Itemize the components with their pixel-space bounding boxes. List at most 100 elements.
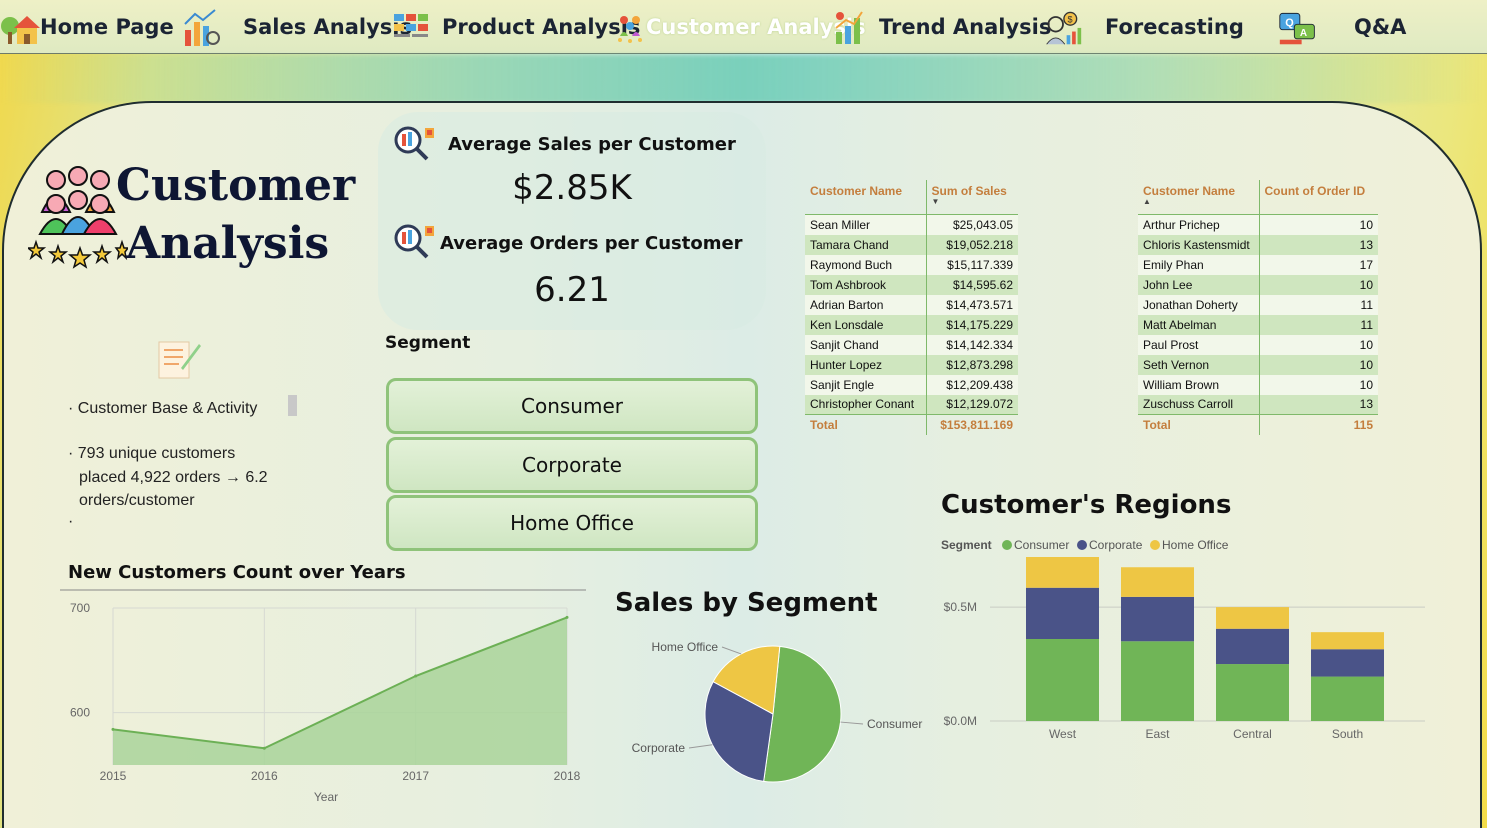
avg-orders-label: Average Orders per Customer [440, 233, 743, 254]
nav-product-analysis[interactable]: Product Analysis [392, 0, 640, 54]
nav-sales-analysis[interactable]: Sales Analysis [181, 0, 412, 54]
notes-heading: · Customer Base & Activity [68, 400, 258, 417]
nav-forecasting[interactable]: $ Forecasting [1043, 0, 1244, 54]
bar-segment-consumer [1216, 664, 1289, 721]
table-row[interactable]: Matt Abelman 11 [1138, 314, 1378, 335]
table-row[interactable]: John Lee 10 [1138, 274, 1378, 295]
y-tick-label: 700 [70, 601, 90, 615]
customer-regions-title: Customer's Regions [941, 490, 1232, 520]
cell-value: 17 [1259, 254, 1378, 275]
bar-segment-home-office [1026, 557, 1099, 588]
header-glow-band [0, 55, 1487, 103]
cell-customer-name: Sanjit Chand [805, 334, 927, 355]
table-row[interactable]: Jonathan Doherty 11 [1138, 294, 1378, 315]
cell-value: $19,052.218 [926, 234, 1018, 255]
x-tick-label: East [1145, 727, 1170, 741]
table-row[interactable]: Sanjit Engle $12,209.438 [805, 374, 1018, 395]
notes-line2: placed 4,922 orders → 6.2 [79, 469, 268, 486]
cell-customer-name: Sean Miller [805, 214, 927, 235]
x-tick-label: 2017 [402, 769, 429, 783]
sort-desc-icon: ▼ [931, 197, 940, 206]
product-grid-icon [394, 14, 428, 37]
table-header-row: Customer Name Sum of Sales ▼ [805, 180, 1018, 215]
table-row[interactable]: Emily Phan 17 [1138, 254, 1378, 275]
nav-trend-analysis[interactable]: Trend Analysis [832, 0, 1051, 54]
table-row[interactable]: Chloris Kastensmidt 13 [1138, 234, 1378, 255]
table-row[interactable]: Zuschuss Carroll 13 [1138, 394, 1378, 415]
table-row[interactable]: Arthur Prichep 10 [1138, 214, 1378, 235]
top-customers-orders-table: Customer Name ▲ Count of Order ID Arthur … [1138, 180, 1378, 435]
data-point [414, 674, 418, 678]
notes-scrollbar[interactable] [288, 395, 297, 416]
table-row[interactable]: William Brown 10 [1138, 374, 1378, 395]
notes-empty-bullet: · [68, 513, 74, 530]
sort-asc-icon: ▲ [1143, 197, 1151, 206]
cell-customer-name: Zuschuss Carroll [1138, 394, 1260, 415]
column-header-count-of-order-id[interactable]: Count of Order ID [1259, 180, 1378, 215]
table-row[interactable]: Sanjit Chand $14,142.334 [805, 334, 1018, 355]
cell-value: 10 [1259, 274, 1378, 295]
table-row[interactable]: Christopher Conant $12,129.072 [805, 394, 1018, 415]
segment-option-corporate[interactable]: Corporate [386, 437, 758, 493]
nav-label-product: Product Analysis [442, 15, 641, 39]
segment-option-home-office[interactable]: Home Office [386, 495, 758, 551]
cell-value: $14,595.62 [926, 274, 1018, 295]
table-row[interactable]: Seth Vernon 10 [1138, 354, 1378, 375]
table-row[interactable]: Sean Miller $25,043.05 [805, 214, 1018, 235]
table-row[interactable]: Paul Prost 10 [1138, 334, 1378, 355]
x-tick-label: South [1332, 727, 1363, 741]
pie-label: Corporate [632, 741, 686, 755]
cell-value: $12,873.298 [926, 354, 1018, 375]
nav-home-page[interactable]: Home Page [0, 0, 174, 54]
table-row[interactable]: Tom Ashbrook $14,595.62 [805, 274, 1018, 295]
kpi-card: Average Sales per Customer $2.85K Averag… [378, 112, 766, 330]
total-value: 115 [1259, 414, 1378, 435]
avg-sales-label: Average Sales per Customer [448, 134, 736, 155]
x-tick-label: West [1049, 727, 1077, 741]
notes-body-bullet: · 793 unique customers [68, 445, 236, 462]
cell-value: 10 [1259, 214, 1378, 235]
cell-customer-name: John Lee [1138, 274, 1260, 295]
pie-leader-line [840, 721, 864, 725]
cell-customer-name: Adrian Barton [805, 294, 927, 315]
cell-value: $14,142.334 [926, 334, 1018, 355]
customer-regions-stacked-bar-chart: Segment Consumer Corporate Home Office $0.5M… [941, 538, 1425, 741]
new-customers-area-chart: 700 600 2015 2016 2017 2018 Year [60, 589, 586, 804]
column-header-sum-of-sales[interactable]: Sum of Sales ▼ [926, 180, 1018, 215]
cell-value: $25,043.05 [926, 214, 1018, 235]
table-row[interactable]: Tamara Chand $19,052.218 [805, 234, 1018, 255]
bar-segment-consumer [1026, 639, 1099, 721]
column-header-text: Customer Name [1143, 184, 1236, 198]
data-point [565, 615, 569, 619]
nav-label-forecasting: Forecasting [1105, 15, 1244, 39]
segment-option-consumer[interactable]: Consumer [386, 378, 758, 434]
cell-customer-name: Tom Ashbrook [805, 274, 927, 295]
nav-qa[interactable]: Q A Q&A [1278, 0, 1406, 54]
table-row[interactable]: Adrian Barton $14,473.571 [805, 294, 1018, 315]
cell-value: 13 [1259, 234, 1378, 255]
svg-text:$: $ [1068, 14, 1073, 24]
cell-customer-name: Jonathan Doherty [1138, 294, 1260, 315]
table-row[interactable]: Hunter Lopez $12,873.298 [805, 354, 1018, 375]
x-tick-label: 2016 [251, 769, 278, 783]
nav-customer-analysis[interactable]: Customer Analysis [614, 0, 866, 54]
column-header-customer-name[interactable]: Customer Name ▲ [1138, 180, 1260, 215]
total-label: Total [805, 414, 927, 435]
segment-slicer-label: Segment [385, 333, 471, 353]
legend-label: Consumer [1014, 538, 1069, 552]
cell-value: 11 [1259, 294, 1378, 315]
qa-chat-icon: Q A [1279, 12, 1315, 45]
legend-marker [1077, 540, 1087, 550]
top-customers-sales-table: Customer Name Sum of Sales ▼ Sean Miller $… [805, 180, 1018, 435]
table-row[interactable]: Ken Lonsdale $14,175.229 [805, 314, 1018, 335]
cell-customer-name: Paul Prost [1138, 334, 1260, 355]
table-row[interactable]: Raymond Buch $15,117.339 [805, 254, 1018, 275]
table-total-row: Total $153,811.169 [805, 414, 1018, 435]
data-point [111, 727, 115, 731]
nav-label-sales: Sales Analysis [243, 15, 413, 39]
magnifier-chart-icon [394, 126, 434, 161]
sales-by-segment-title: Sales by Segment [615, 588, 878, 618]
cell-value: 10 [1259, 334, 1378, 355]
column-header-customer-name[interactable]: Customer Name [805, 180, 927, 215]
legend-marker [1002, 540, 1012, 550]
